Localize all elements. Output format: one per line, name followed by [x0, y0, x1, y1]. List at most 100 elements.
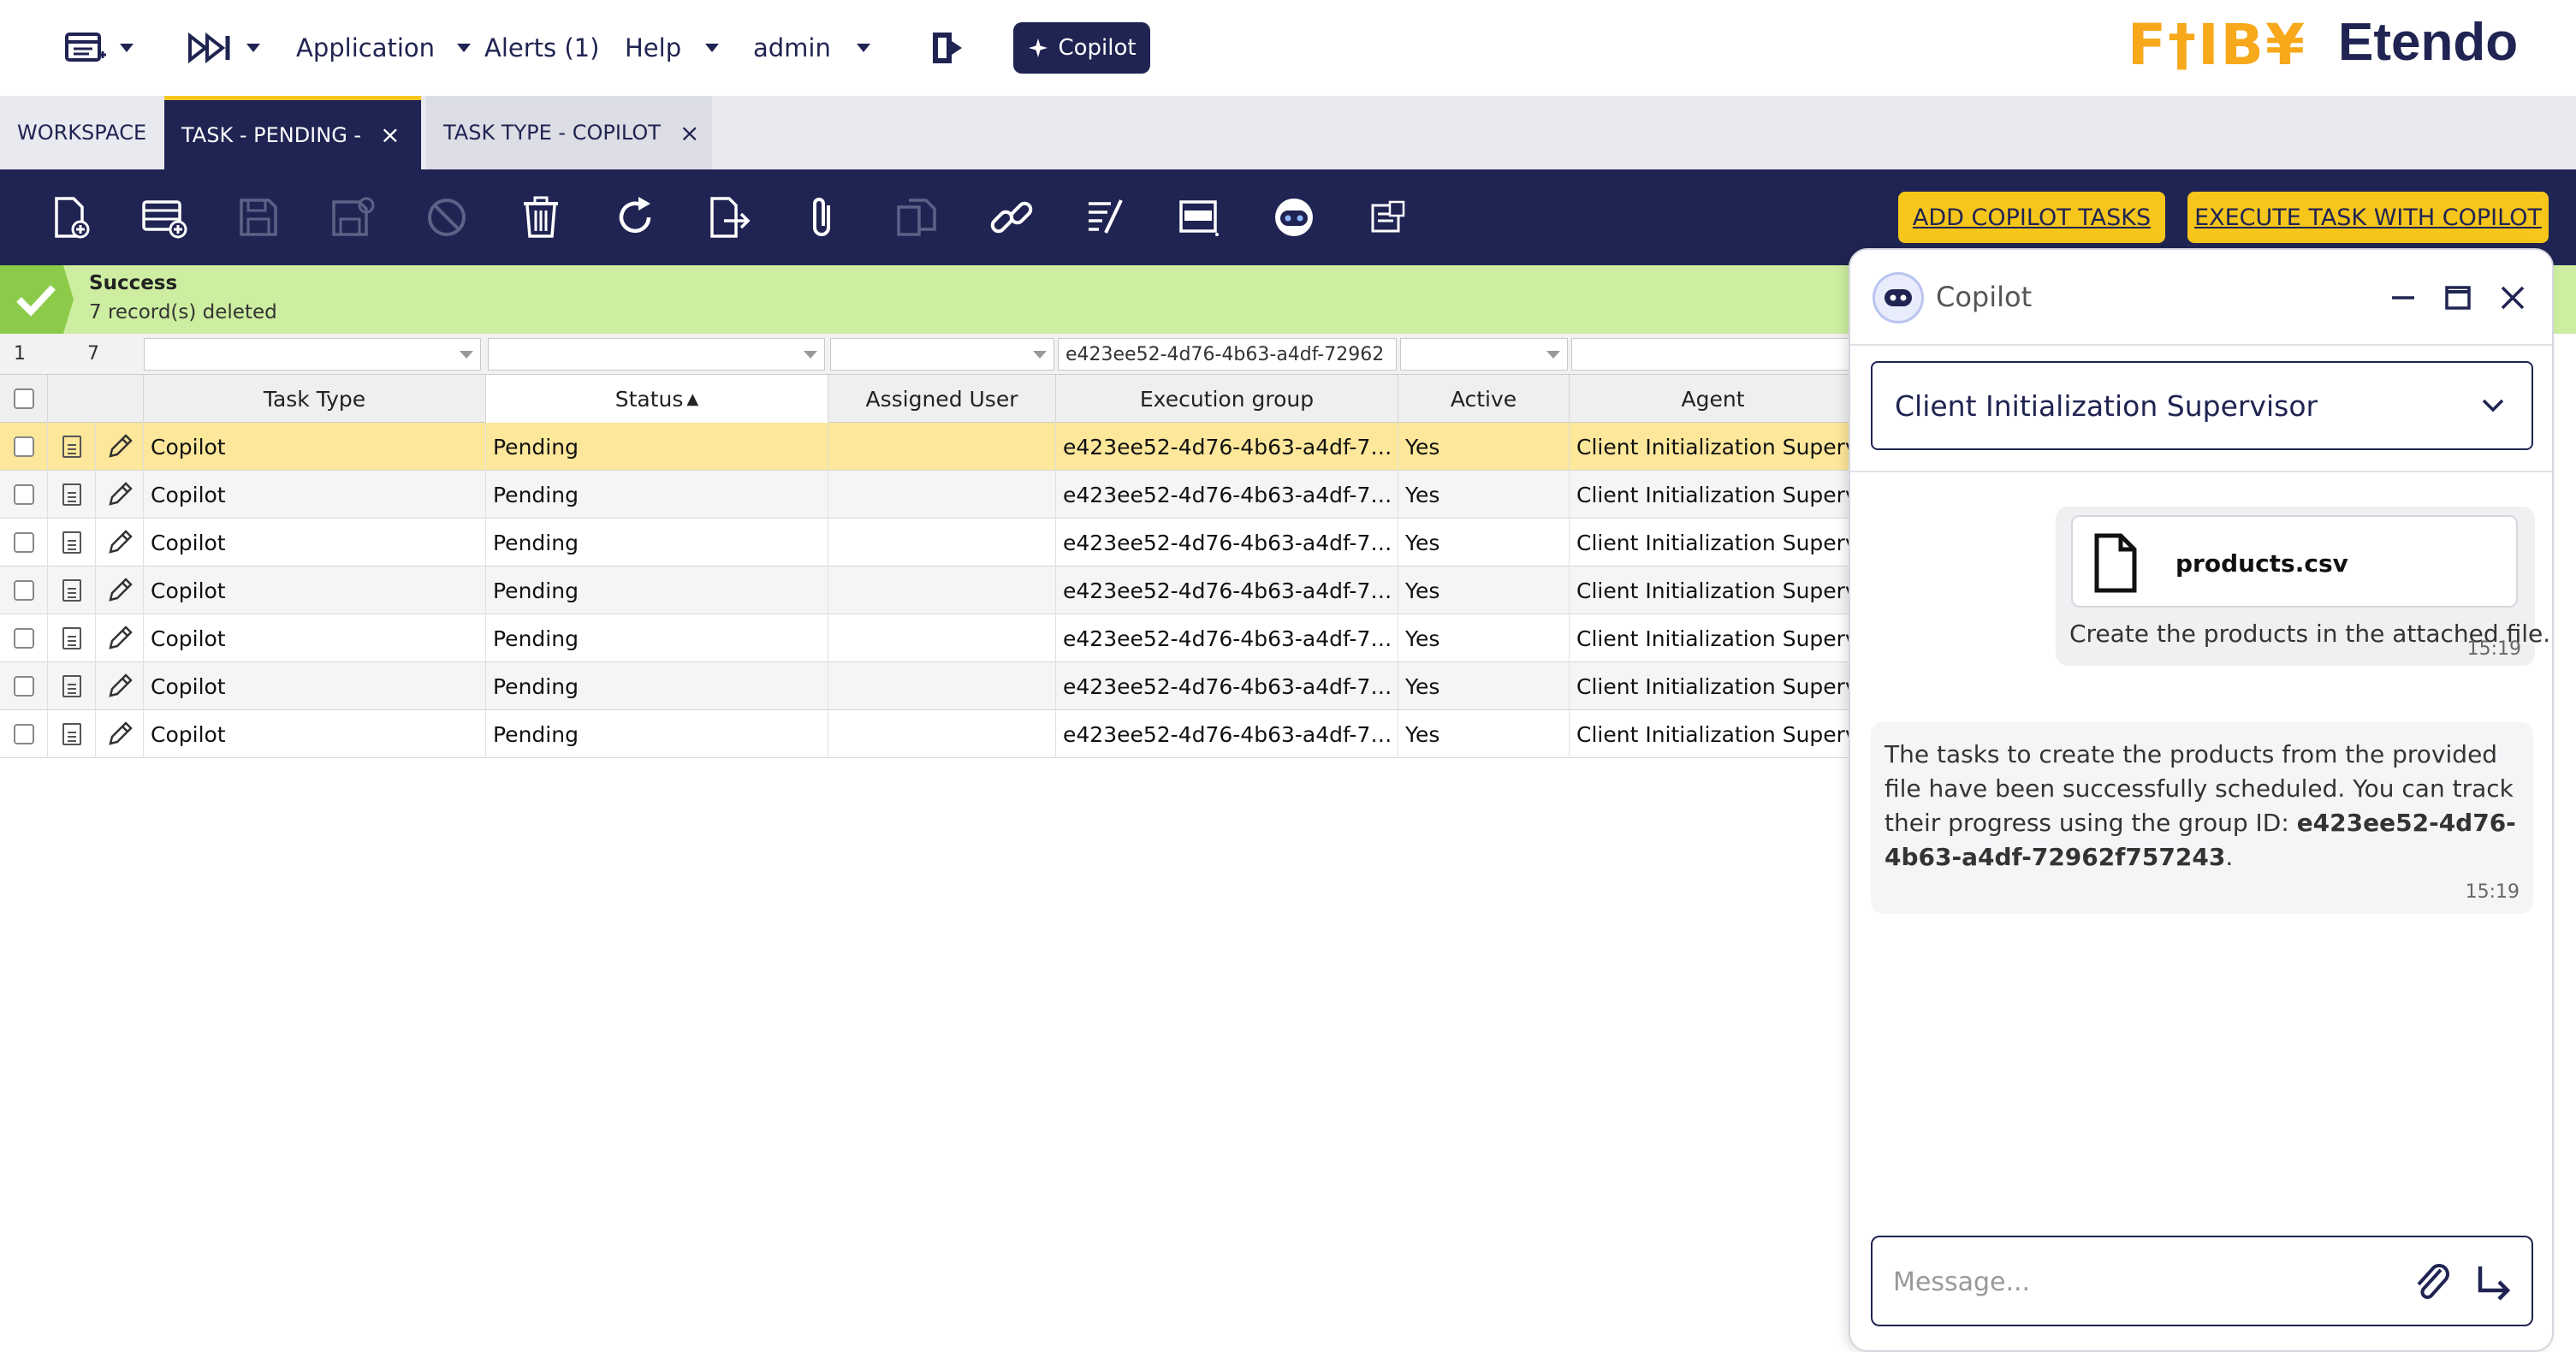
cell-status[interactable]: Pending	[486, 662, 828, 710]
cell-task-type[interactable]: Copilot	[144, 614, 486, 662]
cell-execution-group[interactable]: e423ee52-4d76-4b63-a4df-7…	[1056, 710, 1398, 758]
cell-assigned-user[interactable]	[828, 662, 1056, 710]
cell-task-type[interactable]: Copilot	[144, 471, 486, 519]
cell-active[interactable]: Yes	[1398, 423, 1570, 471]
cell-execution-group[interactable]: e423ee52-4d76-4b63-a4df-7…	[1056, 519, 1398, 566]
copilot-robot-button[interactable]	[1270, 193, 1318, 241]
cell-execution-group[interactable]: e423ee52-4d76-4b63-a4df-7…	[1056, 423, 1398, 471]
cell-task-type[interactable]: Copilot	[144, 519, 486, 566]
cell-task-type[interactable]: Copilot	[144, 566, 486, 614]
cell-active[interactable]: Yes	[1398, 519, 1570, 566]
pencil-icon[interactable]	[105, 672, 134, 701]
filter-active[interactable]	[1400, 338, 1568, 371]
cell-agent[interactable]: Client Initialization Supervisor	[1570, 471, 1857, 519]
cell-agent[interactable]: Client Initialization Supervisor	[1570, 519, 1857, 566]
application-menu[interactable]: Application	[296, 27, 472, 68]
tab-task-pending[interactable]: TASK - PENDING - ×	[164, 96, 421, 169]
new-row-button[interactable]	[140, 193, 188, 241]
notes-button[interactable]	[1364, 193, 1412, 241]
execute-task-button[interactable]: EXECUTE TASK WITH COPILOT	[2187, 192, 2549, 243]
document-icon[interactable]	[62, 531, 81, 554]
document-icon[interactable]	[62, 579, 81, 602]
cell-status[interactable]: Pending	[486, 566, 828, 614]
row-checkbox[interactable]	[13, 436, 34, 457]
delete-button[interactable]	[517, 193, 565, 241]
document-icon[interactable]	[62, 723, 81, 745]
pencil-icon[interactable]	[105, 528, 134, 557]
cell-status[interactable]: Pending	[486, 614, 828, 662]
tab-task-type-copilot[interactable]: TASK TYPE - COPILOT ×	[426, 96, 712, 169]
new-document-button[interactable]	[46, 193, 94, 241]
cell-status[interactable]: Pending	[486, 423, 828, 471]
cell-agent[interactable]: Client Initialization Supervisor	[1570, 423, 1857, 471]
cell-status[interactable]: Pending	[486, 519, 828, 566]
select-all-checkbox[interactable]	[13, 388, 34, 409]
cell-active[interactable]: Yes	[1398, 662, 1570, 710]
header-active[interactable]: Active	[1398, 375, 1570, 423]
attachment-card[interactable]: products.csv	[2071, 515, 2518, 608]
filter-assigned-user[interactable]	[830, 338, 1054, 371]
close-icon[interactable]: ×	[680, 119, 699, 147]
cell-active[interactable]: Yes	[1398, 614, 1570, 662]
link-button[interactable]	[988, 193, 1036, 241]
cell-assigned-user[interactable]	[828, 471, 1056, 519]
message-input[interactable]	[1893, 1261, 2389, 1302]
workspace-menu-button[interactable]	[65, 26, 134, 70]
cell-execution-group[interactable]: e423ee52-4d76-4b63-a4df-7…	[1056, 471, 1398, 519]
quick-launch-button[interactable]	[187, 26, 260, 70]
row-checkbox[interactable]	[13, 484, 34, 505]
attach-file-button[interactable]	[2410, 1258, 2454, 1309]
cell-assigned-user[interactable]	[828, 710, 1056, 758]
cell-active[interactable]: Yes	[1398, 710, 1570, 758]
filter-status[interactable]	[488, 338, 825, 371]
undo-button[interactable]	[423, 193, 471, 241]
row-checkbox[interactable]	[13, 532, 34, 553]
cell-status[interactable]: Pending	[486, 710, 828, 758]
filter-task-type[interactable]	[144, 338, 481, 371]
cell-agent[interactable]: Client Initialization Supervisor	[1570, 710, 1857, 758]
pencil-icon[interactable]	[105, 576, 134, 605]
header-agent[interactable]: Agent	[1570, 375, 1857, 423]
cell-status[interactable]: Pending	[486, 471, 828, 519]
cell-execution-group[interactable]: e423ee52-4d76-4b63-a4df-7…	[1056, 566, 1398, 614]
table-row[interactable]: Copilot Pending e423ee52-4d76-4b63-a4df-7……	[0, 710, 1857, 758]
cell-agent[interactable]: Client Initialization Supervisor	[1570, 566, 1857, 614]
header-assigned-user[interactable]: Assigned User	[828, 375, 1056, 423]
logout-button[interactable]	[929, 26, 967, 70]
agent-select[interactable]: Client Initialization Supervisor	[1871, 361, 2533, 450]
header-task-type[interactable]: Task Type	[144, 375, 486, 423]
user-menu[interactable]: admin	[753, 27, 870, 68]
help-menu[interactable]: Help	[625, 27, 720, 68]
cell-execution-group[interactable]: e423ee52-4d76-4b63-a4df-7…	[1056, 614, 1398, 662]
alerts-menu[interactable]: Alerts (1)	[484, 27, 599, 68]
refresh-button[interactable]	[611, 193, 659, 241]
pencil-icon[interactable]	[105, 480, 134, 509]
table-row[interactable]: Copilot Pending e423ee52-4d76-4b63-a4df-7……	[0, 662, 1857, 710]
table-row[interactable]: Copilot Pending e423ee52-4d76-4b63-a4df-7……	[0, 614, 1857, 662]
close-icon[interactable]: ×	[380, 121, 400, 149]
table-row[interactable]: Copilot Pending e423ee52-4d76-4b63-a4df-7……	[0, 566, 1857, 614]
cell-assigned-user[interactable]	[828, 566, 1056, 614]
export-button[interactable]	[705, 193, 753, 241]
document-icon[interactable]	[62, 483, 81, 506]
save-close-button[interactable]	[329, 193, 377, 241]
cell-active[interactable]: Yes	[1398, 566, 1570, 614]
pencil-icon[interactable]	[105, 624, 134, 653]
filter-execution-group[interactable]: e423ee52-4d76-4b63-a4df-72962	[1058, 338, 1397, 371]
tab-workspace[interactable]: WORKSPACE	[0, 96, 164, 169]
document-icon[interactable]	[62, 436, 81, 458]
document-icon[interactable]	[62, 627, 81, 649]
cell-agent[interactable]: Client Initialization Supervisor	[1570, 614, 1857, 662]
cell-task-type[interactable]: Copilot	[144, 423, 486, 471]
pencil-icon[interactable]	[105, 432, 134, 461]
cell-task-type[interactable]: Copilot	[144, 710, 486, 758]
cell-execution-group[interactable]: e423ee52-4d76-4b63-a4df-7…	[1056, 662, 1398, 710]
table-row[interactable]: Copilot Pending e423ee52-4d76-4b63-a4df-7……	[0, 519, 1857, 566]
header-execution-group[interactable]: Execution group	[1056, 375, 1398, 423]
audit-button[interactable]	[1082, 193, 1130, 241]
header-status[interactable]: Status ▲	[486, 375, 828, 423]
add-copilot-tasks-button[interactable]: ADD COPILOT TASKS	[1898, 192, 2165, 243]
send-button[interactable]	[2472, 1258, 2516, 1309]
copilot-button[interactable]: Copilot	[1013, 22, 1150, 74]
row-checkbox[interactable]	[13, 676, 34, 697]
